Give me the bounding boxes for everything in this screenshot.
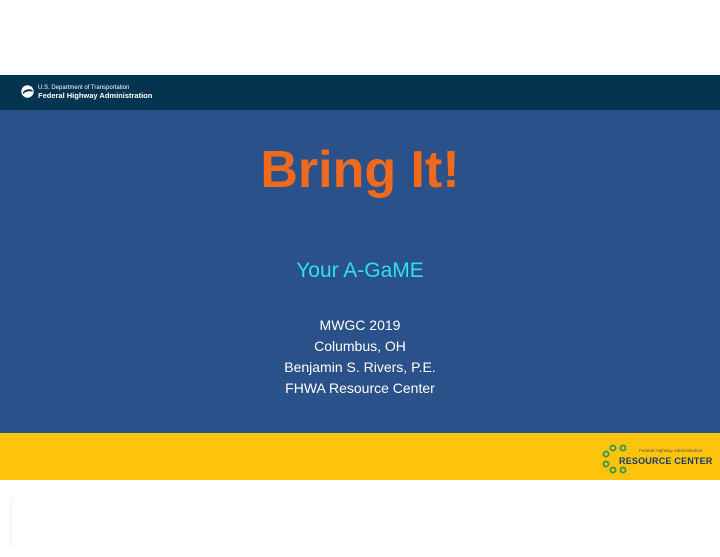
agency-administration: Federal Highway Administration <box>38 91 153 100</box>
resource-center-agency: Federal Highway Administration <box>639 448 703 453</box>
presenter-organization: FHWA Resource Center <box>285 380 435 396</box>
event-location: Columbus, OH <box>314 338 406 354</box>
event-name: MWGC 2019 <box>319 317 401 333</box>
slide-title: Bring It! <box>260 141 460 199</box>
presentation-details: MWGC 2019 Columbus, OH Benjamin S. River… <box>0 315 720 399</box>
resource-center-logo: Federal Highway Administration RESOURCE … <box>601 444 712 474</box>
slide-subtitle: Your A-GaME <box>296 259 424 282</box>
resource-center-wordmark: RESOURCE CENTER <box>619 456 713 466</box>
agency-name: U.S. Department of Transportation Federa… <box>38 85 152 100</box>
header-band: U.S. Department of Transportation Federa… <box>0 75 720 110</box>
presenter-name: Benjamin S. Rivers, P.E. <box>284 359 436 375</box>
dot-logo-icon <box>21 85 34 98</box>
divider <box>10 498 11 548</box>
